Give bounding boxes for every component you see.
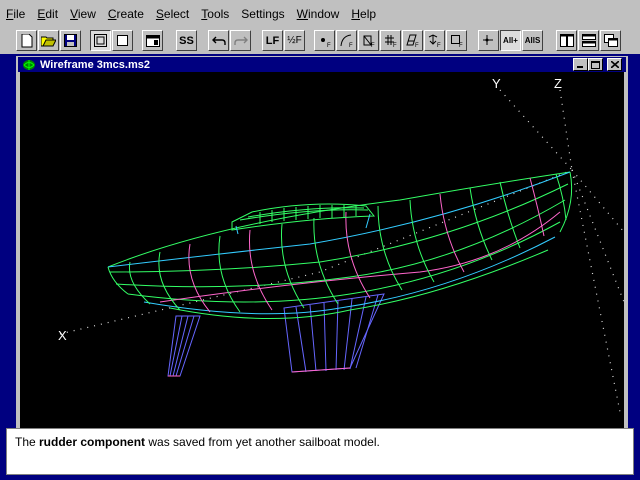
axis-lines: [59, 89, 625, 413]
wireframe-viewport[interactable]: X Y Z: [20, 72, 625, 428]
svg-text:F: F: [327, 43, 331, 48]
document-title-bar[interactable]: Wireframe 3mcs.ms2: [18, 57, 626, 72]
undo-icon[interactable]: [208, 30, 229, 51]
axis-label-y: Y: [492, 76, 501, 91]
close-button[interactable]: [607, 58, 622, 71]
menu-create[interactable]: Create: [102, 0, 150, 28]
curve-icon[interactable]: F: [336, 30, 357, 51]
menu-bar: File Edit View Create Select Tools Setti…: [0, 0, 640, 28]
fraction-icon[interactable]: ½F: [284, 30, 305, 51]
point-icon[interactable]: F: [314, 30, 335, 51]
move-icon[interactable]: [478, 30, 499, 51]
select-box-icon[interactable]: F: [446, 30, 467, 51]
tile-vertical-icon[interactable]: [556, 30, 577, 51]
menu-help[interactable]: Help: [345, 0, 382, 28]
all-s-icon[interactable]: AllS: [522, 30, 543, 51]
new-icon[interactable]: [16, 30, 37, 51]
symmetry-icon[interactable]: SS: [176, 30, 197, 51]
caption-prefix: The: [15, 435, 40, 449]
window-icon[interactable]: [142, 30, 163, 51]
menu-edit[interactable]: Edit: [31, 0, 64, 28]
svg-text:F: F: [459, 43, 463, 48]
caption-bold: rudder component: [39, 435, 146, 449]
tile-horizontal-icon[interactable]: [578, 30, 599, 51]
surface-icon[interactable]: F: [402, 30, 423, 51]
menu-view[interactable]: View: [64, 0, 102, 28]
minimize-button[interactable]: [573, 58, 588, 71]
caption-box: The rudder component was saved from yet …: [6, 428, 634, 475]
square-icon[interactable]: [112, 30, 133, 51]
menu-window[interactable]: Window: [291, 0, 346, 28]
rudder-fin: [167, 315, 201, 377]
rotate-icon[interactable]: F: [358, 30, 379, 51]
grid-icon[interactable]: F: [380, 30, 401, 51]
app-boat-icon: [23, 59, 35, 70]
redo-icon[interactable]: [230, 30, 251, 51]
svg-text:F: F: [393, 43, 397, 48]
maximize-button[interactable]: [588, 58, 603, 71]
all-plus-icon[interactable]: All+: [500, 30, 521, 51]
menu-file[interactable]: File: [0, 0, 31, 28]
toolbar: SS LF ½F F F F F F F F All+ AllS: [0, 28, 640, 54]
cabin-wireframe: [231, 203, 376, 235]
wireframe-canvas: X Y Z: [58, 76, 625, 413]
keel-fin: [283, 293, 385, 373]
document-right-border: [624, 72, 628, 428]
axis-label-z: Z: [554, 76, 562, 91]
down-arrow-icon[interactable]: F: [424, 30, 445, 51]
cascade-icon[interactable]: [600, 30, 621, 51]
svg-text:F: F: [437, 43, 441, 48]
svg-text:F: F: [349, 43, 353, 48]
open-icon[interactable]: [38, 30, 59, 51]
menu-settings[interactable]: Settings: [235, 0, 290, 28]
axis-label-x: X: [58, 328, 67, 343]
document-title: Wireframe 3mcs.ms2: [40, 58, 150, 71]
svg-text:F: F: [371, 43, 375, 48]
frame-icon[interactable]: [90, 30, 111, 51]
save-icon[interactable]: [60, 30, 81, 51]
line-icon[interactable]: LF: [262, 30, 283, 51]
menu-tools[interactable]: Tools: [195, 0, 235, 28]
svg-text:F: F: [415, 43, 419, 48]
hull-wireframe: [107, 171, 573, 319]
caption-suffix: was saved from yet another sailboat mode…: [145, 435, 380, 449]
menu-select[interactable]: Select: [150, 0, 195, 28]
